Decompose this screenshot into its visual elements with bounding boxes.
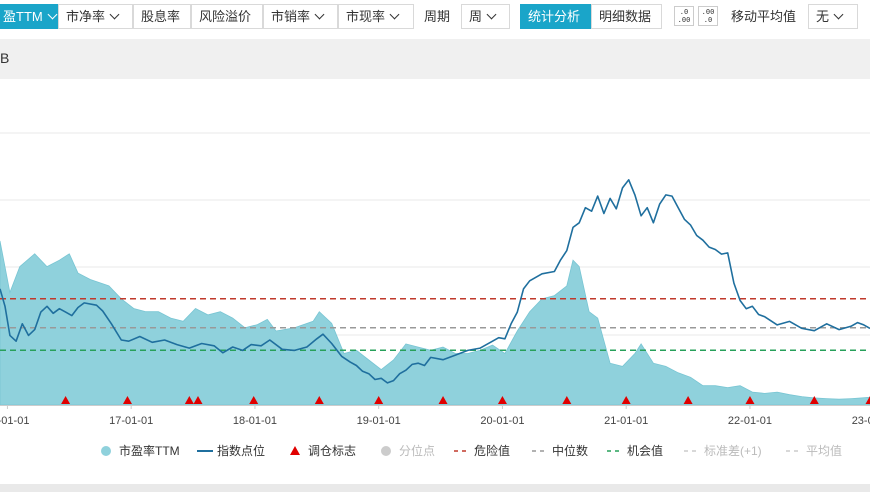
subheader-text: B: [0, 50, 10, 66]
detail-tab-label: 明细数据: [599, 9, 652, 24]
pe-ttm-area: [0, 240, 870, 406]
moving-average-label: 移动平均值: [731, 9, 797, 24]
pb-label: 市净率: [66, 9, 106, 24]
pe-ttm-chart: 16-01-01 17-01-01 18-01-01 19-01-01 20-01-01…: [0, 132, 870, 458]
pcf-dropdown[interactable]: 市现率: [338, 4, 414, 29]
legend-index-label[interactable]: 指数点位: [217, 443, 265, 458]
legend-std-label[interactable]: 标准差(+1): [704, 444, 762, 458]
legend-mean-label[interactable]: 平均值: [806, 443, 842, 458]
decrease-decimal-icon[interactable]: .0.00: [674, 6, 694, 26]
legend-opportunity-label[interactable]: 机会值: [627, 443, 663, 458]
pb-dropdown[interactable]: 市净率: [58, 4, 133, 29]
bottom-scroll-strip[interactable]: [0, 484, 870, 492]
period-select[interactable]: 周: [461, 4, 510, 29]
legend-rebalance-swatch: [290, 446, 300, 455]
x-tick-label-6: 22-01-01: [728, 415, 772, 427]
legend-pe-label[interactable]: 市盈率TTM: [119, 443, 180, 458]
chevron-down-icon: [833, 9, 844, 20]
pe-ttm-dropdown[interactable]: 盈TTM: [0, 4, 58, 29]
stats-tab-label: 统计分析: [528, 9, 581, 24]
ps-dropdown[interactable]: 市销率: [263, 4, 338, 29]
dividend-label: 股息率: [141, 9, 181, 24]
x-tick-label-1: 17-01-01: [109, 415, 153, 427]
increase-decimal-icon[interactable]: .00.0: [698, 6, 718, 26]
moving-average-value: 无: [816, 9, 830, 24]
chart-subheader: B: [0, 39, 870, 79]
legend-danger-label[interactable]: 危险值: [474, 443, 510, 458]
chevron-down-icon: [109, 9, 120, 20]
risk-premium-label: 风险溢价: [199, 9, 252, 24]
metric-toolbar: 盈TTM 市净率 股息率 风险溢价 市销率 市现率 周期 周 统计分析 明细数据…: [0, 0, 870, 34]
period-label: 周期: [424, 9, 451, 24]
chevron-down-icon: [389, 9, 400, 20]
ps-label: 市销率: [271, 9, 311, 24]
x-tick-label-3: 19-01-01: [357, 415, 401, 427]
chevron-down-icon: [47, 9, 58, 20]
legend-pe-swatch: [101, 446, 111, 456]
x-tick-label-2: 18-01-01: [233, 415, 277, 427]
legend-rebalance-label[interactable]: 调仓标志: [308, 444, 356, 458]
x-tick-label-4: 20-01-01: [480, 415, 524, 427]
risk-premium-button[interactable]: 风险溢价: [191, 4, 263, 29]
legend-median-label[interactable]: 中位数: [552, 443, 588, 458]
legend-percentile-swatch: [381, 446, 391, 456]
moving-average-select[interactable]: 无: [808, 4, 858, 29]
dividend-yield-button[interactable]: 股息率: [133, 4, 191, 29]
period-value: 周: [469, 9, 483, 24]
pcf-label: 市现率: [346, 9, 386, 24]
legend-percentile-label[interactable]: 分位点: [399, 443, 435, 458]
chevron-down-icon: [486, 9, 497, 20]
chevron-down-icon: [314, 9, 325, 20]
tab-detail-data[interactable]: 明细数据: [591, 4, 662, 29]
x-tick-label-7: 23-01-01: [852, 415, 870, 427]
tab-statistics[interactable]: 统计分析: [520, 4, 591, 29]
pe-ttm-label: 盈TTM: [3, 9, 43, 24]
x-tick-label-0: 16-01-01: [0, 415, 29, 427]
x-tick-label-5: 21-01-01: [604, 415, 648, 427]
